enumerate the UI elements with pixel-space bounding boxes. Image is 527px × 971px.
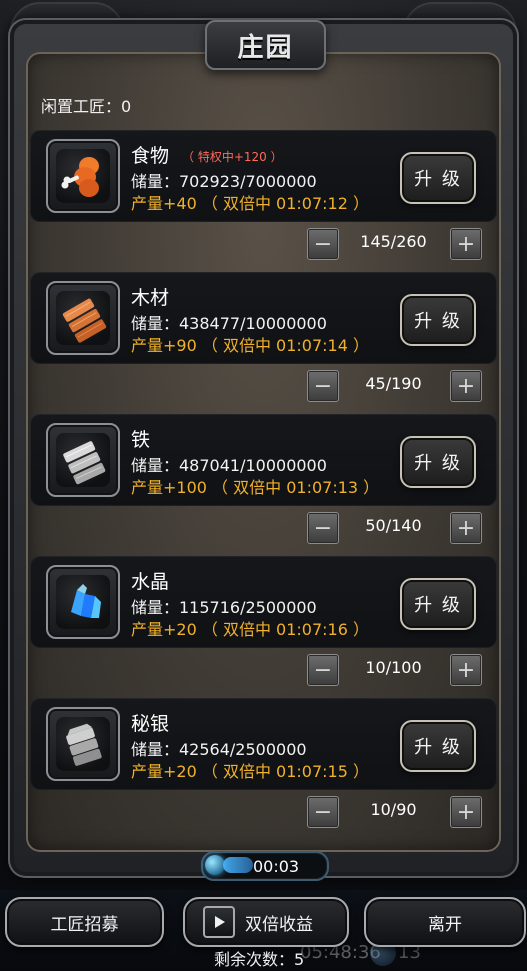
resource-name: 秘银 [131, 713, 170, 735]
decrease-workers-button[interactable]: − [307, 228, 339, 260]
worker-stepper: − 10/100 + [307, 654, 482, 686]
leave-button[interactable]: 离开 [364, 897, 526, 947]
resource-icon-frame [46, 139, 120, 213]
resource-name: 水晶 [131, 571, 170, 593]
double-income-label: 双倍收益 [245, 914, 313, 935]
resource-row-food: 食物 （ 特权中+120 ） 储量：702923/7000000 产量+40 （… [30, 130, 497, 222]
resource-production: 产量+40 （ 双倍中 01:07:12 ） [131, 194, 369, 213]
worker-count: 45/190 [365, 374, 422, 393]
resource-storage: 储量：487041/10000000 [131, 456, 327, 475]
iron-icon [56, 433, 110, 487]
decrease-workers-button[interactable]: − [307, 370, 339, 402]
play-video-icon [203, 906, 235, 938]
resource-row-mithril: 秘银 储量：42564/2500000 产量+20 （ 双倍中 01:07:15… [30, 698, 497, 790]
double-income-button[interactable]: 双倍收益 [183, 897, 349, 947]
resource-icon-frame [46, 565, 120, 639]
resource-row-crystal: 水晶 储量：115716/2500000 产量+20 （ 双倍中 01:07:1… [30, 556, 497, 648]
idle-workers-label: 闲置工匠：0 [41, 97, 132, 116]
increase-workers-button[interactable]: + [450, 512, 482, 544]
window-title: 庄园 [205, 20, 326, 70]
wood-icon-graphic [62, 298, 107, 343]
upgrade-button[interactable]: 升 级 [400, 152, 476, 204]
decrease-workers-button[interactable]: − [307, 512, 339, 544]
resource-icon-frame [46, 423, 120, 497]
resource-icon-frame [46, 281, 120, 355]
upgrade-button[interactable]: 升 级 [400, 720, 476, 772]
resource-production: 产量+100 （ 双倍中 01:07:13 ） [131, 478, 380, 497]
resource-storage: 储量：702923/7000000 [131, 172, 317, 191]
decrease-workers-button[interactable]: − [307, 796, 339, 828]
worker-stepper: − 45/190 + [307, 370, 482, 402]
collection-timer: 00:03 [201, 851, 329, 881]
increase-workers-button[interactable]: + [450, 228, 482, 260]
mithril-icon-graphic [66, 723, 102, 766]
timer-text: 00:03 [253, 857, 300, 876]
privilege-bonus: （ 特权中+120 ） [182, 150, 283, 164]
increase-workers-button[interactable]: + [450, 654, 482, 686]
worker-count: 50/140 [365, 516, 422, 535]
resource-production: 产量+90 （ 双倍中 01:07:14 ） [131, 336, 369, 355]
resource-name: 木材 [131, 287, 170, 309]
upgrade-button[interactable]: 升 级 [400, 578, 476, 630]
resource-row-wood: 木材 储量：438477/10000000 产量+90 （ 双倍中 01:07:… [30, 272, 497, 364]
timer-orb-icon [205, 855, 225, 875]
resource-production: 产量+20 （ 双倍中 01:07:16 ） [131, 620, 369, 639]
food-icon [56, 149, 110, 203]
crystal-icon-graphic [71, 584, 101, 618]
resource-storage: 储量：438477/10000000 [131, 314, 327, 333]
increase-workers-button[interactable]: + [450, 370, 482, 402]
resource-name: 食物 [131, 145, 170, 167]
timer-progress-fill [223, 857, 253, 873]
remaining-attempts: 剩余次数：5 [214, 950, 305, 969]
wood-icon [56, 291, 110, 345]
resource-storage: 储量：42564/2500000 [131, 740, 307, 759]
food-icon-graphic [61, 157, 99, 197]
recruit-workers-button[interactable]: 工匠招募 [5, 897, 164, 947]
upgrade-button[interactable]: 升 级 [400, 294, 476, 346]
resource-row-iron: 铁 储量：487041/10000000 产量+100 （ 双倍中 01:07:… [30, 414, 497, 506]
resource-name: 铁 [131, 429, 151, 451]
crystal-icon [56, 575, 110, 629]
resource-storage: 储量：115716/2500000 [131, 598, 317, 617]
upgrade-button[interactable]: 升 级 [400, 436, 476, 488]
mithril-icon [56, 717, 110, 771]
increase-workers-button[interactable]: + [450, 796, 482, 828]
worker-count: 145/260 [360, 232, 427, 251]
play-icon [215, 916, 225, 928]
worker-count: 10/90 [370, 800, 417, 819]
resource-icon-frame [46, 707, 120, 781]
decrease-workers-button[interactable]: − [307, 654, 339, 686]
worker-count: 10/100 [365, 658, 422, 677]
worker-stepper: − 145/260 + [307, 228, 482, 260]
worker-stepper: − 50/140 + [307, 512, 482, 544]
resource-production: 产量+20 （ 双倍中 01:07:15 ） [131, 762, 369, 781]
worker-stepper: − 10/90 + [307, 796, 482, 828]
iron-icon-graphic [63, 441, 106, 485]
